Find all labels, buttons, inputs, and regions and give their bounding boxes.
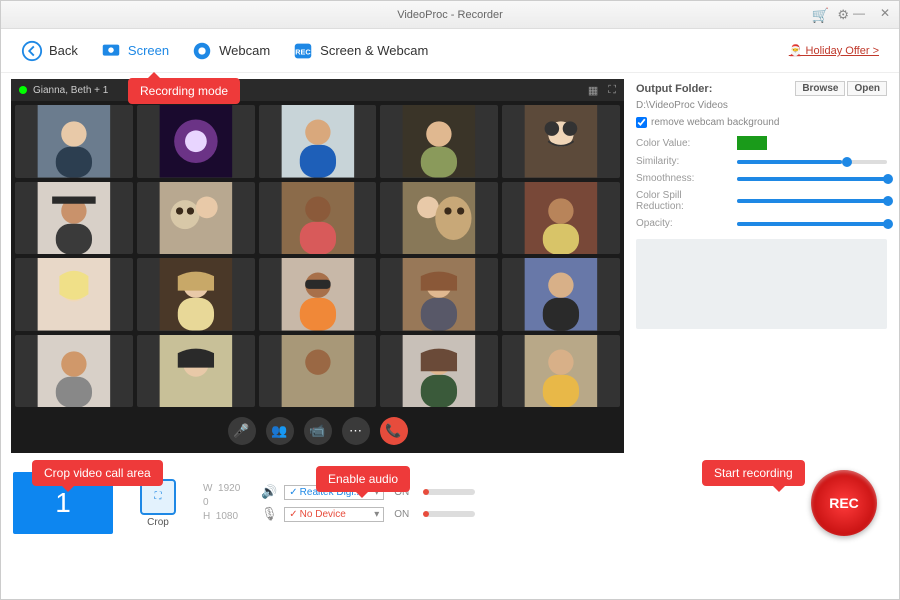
mode-screen[interactable]: Screen xyxy=(100,40,169,62)
webcam-preview xyxy=(636,239,887,329)
opacity-label: Opacity: xyxy=(636,218,731,229)
video-tile xyxy=(380,335,498,408)
video-tile xyxy=(15,335,133,408)
webcam-icon xyxy=(191,40,213,62)
dimensions: W 1920 0 H 1080 xyxy=(203,482,240,524)
video-tile xyxy=(259,182,377,255)
open-button[interactable]: Open xyxy=(847,81,887,96)
back-label: Back xyxy=(49,43,78,58)
svg-text:REC: REC xyxy=(295,47,311,56)
hangup-icon[interactable]: 📞 xyxy=(380,417,408,445)
remove-bg-input[interactable] xyxy=(636,117,647,128)
minimize-icon[interactable]: — xyxy=(851,5,867,21)
video-tile xyxy=(137,182,255,255)
similarity-label: Similarity: xyxy=(636,156,731,167)
video-tile xyxy=(502,258,620,331)
holiday-offer-link[interactable]: Holiday Offer > xyxy=(789,44,879,57)
remove-bg-label: remove webcam background xyxy=(651,117,779,128)
preview-area: Gianna, Beth + 1 ▦ ⛶ xyxy=(11,79,624,453)
record-button[interactable]: REC xyxy=(811,470,877,536)
mic-select[interactable]: No Device xyxy=(284,507,384,522)
more-icon[interactable]: ⋯ xyxy=(342,417,370,445)
remove-bg-checkbox[interactable]: remove webcam background xyxy=(636,117,887,128)
opacity-slider[interactable] xyxy=(737,222,887,226)
settings-icon[interactable]: ⚙ xyxy=(837,7,849,23)
h-label: H xyxy=(203,511,210,522)
browse-button[interactable]: Browse xyxy=(795,81,845,96)
video-tile xyxy=(259,335,377,408)
mute-icon[interactable]: 🎤 xyxy=(228,417,256,445)
annotation-start: Start recording xyxy=(702,460,805,486)
spill-slider[interactable] xyxy=(737,199,887,203)
video-tile xyxy=(15,182,133,255)
crop-label: Crop xyxy=(147,517,169,528)
output-path: D:\VideoProc Videos xyxy=(636,100,887,111)
toolbar: Back Screen Webcam REC Screen & Webcam H… xyxy=(1,29,899,73)
fullscreen-icon[interactable]: ⛶ xyxy=(608,84,616,97)
video-tile xyxy=(502,335,620,408)
annotation-mode: Recording mode xyxy=(128,78,240,104)
video-grid xyxy=(11,101,624,411)
window-title: VideoProc - Recorder xyxy=(397,9,503,21)
video-tile xyxy=(259,258,377,331)
color-value-label: Color Value: xyxy=(636,138,731,149)
gap-label: 0 xyxy=(203,497,209,508)
h-value: 1080 xyxy=(216,511,238,522)
similarity-slider[interactable] xyxy=(737,160,887,164)
mic-icon: 🎙 xyxy=(260,506,278,522)
mode-both-label: Screen & Webcam xyxy=(320,43,428,58)
smoothness-label: Smoothness: xyxy=(636,173,731,184)
video-tile xyxy=(502,182,620,255)
mic-value: No Device xyxy=(300,509,346,520)
screen-icon xyxy=(100,40,122,62)
both-icon: REC xyxy=(292,40,314,62)
video-tile xyxy=(380,182,498,255)
video-icon[interactable]: 📹 xyxy=(304,417,332,445)
close-icon[interactable]: ✕ xyxy=(877,5,893,21)
video-tile xyxy=(137,335,255,408)
color-swatch[interactable] xyxy=(737,136,767,150)
video-tile xyxy=(15,105,133,178)
video-tile xyxy=(15,258,133,331)
smoothness-slider[interactable] xyxy=(737,177,887,181)
mode-screen-label: Screen xyxy=(128,43,169,58)
annotation-crop: Crop video call area xyxy=(32,460,163,486)
video-tile xyxy=(380,105,498,178)
rec-label: REC xyxy=(829,495,859,511)
video-tile xyxy=(137,258,255,331)
video-tile xyxy=(259,105,377,178)
speaker-level xyxy=(425,489,475,495)
back-icon xyxy=(21,40,43,62)
call-header: Gianna, Beth + 1 ▦ ⛶ xyxy=(11,79,624,101)
participants-label: Gianna, Beth + 1 xyxy=(33,85,108,96)
annotation-audio: Enable audio xyxy=(316,466,410,492)
titlebar: VideoProc - Recorder 🛒 ⚙ — ✕ xyxy=(1,1,899,29)
cart-icon[interactable]: 🛒 xyxy=(812,7,829,24)
spill-label: Color Spill Reduction: xyxy=(636,190,731,212)
video-tile xyxy=(502,105,620,178)
w-label: W xyxy=(203,483,212,494)
mode-both[interactable]: REC Screen & Webcam xyxy=(292,40,428,62)
back-button[interactable]: Back xyxy=(21,40,78,62)
side-panel: Output Folder: Browse Open D:\VideoProc … xyxy=(624,73,899,453)
mode-webcam[interactable]: Webcam xyxy=(191,40,270,62)
participants-icon[interactable]: 👥 xyxy=(266,417,294,445)
mic-on: ON xyxy=(394,509,409,520)
grid-view-icon[interactable]: ▦ xyxy=(588,84,598,97)
video-tile xyxy=(380,258,498,331)
output-folder-label: Output Folder: xyxy=(636,83,712,95)
speaker-icon: 🔊 xyxy=(260,484,278,500)
call-controls: 🎤 👥 📹 ⋯ 📞 xyxy=(11,411,624,451)
mic-level xyxy=(425,511,475,517)
presence-dot-icon xyxy=(19,86,27,94)
video-tile xyxy=(137,105,255,178)
w-value: 1920 xyxy=(218,483,240,494)
mode-webcam-label: Webcam xyxy=(219,43,270,58)
